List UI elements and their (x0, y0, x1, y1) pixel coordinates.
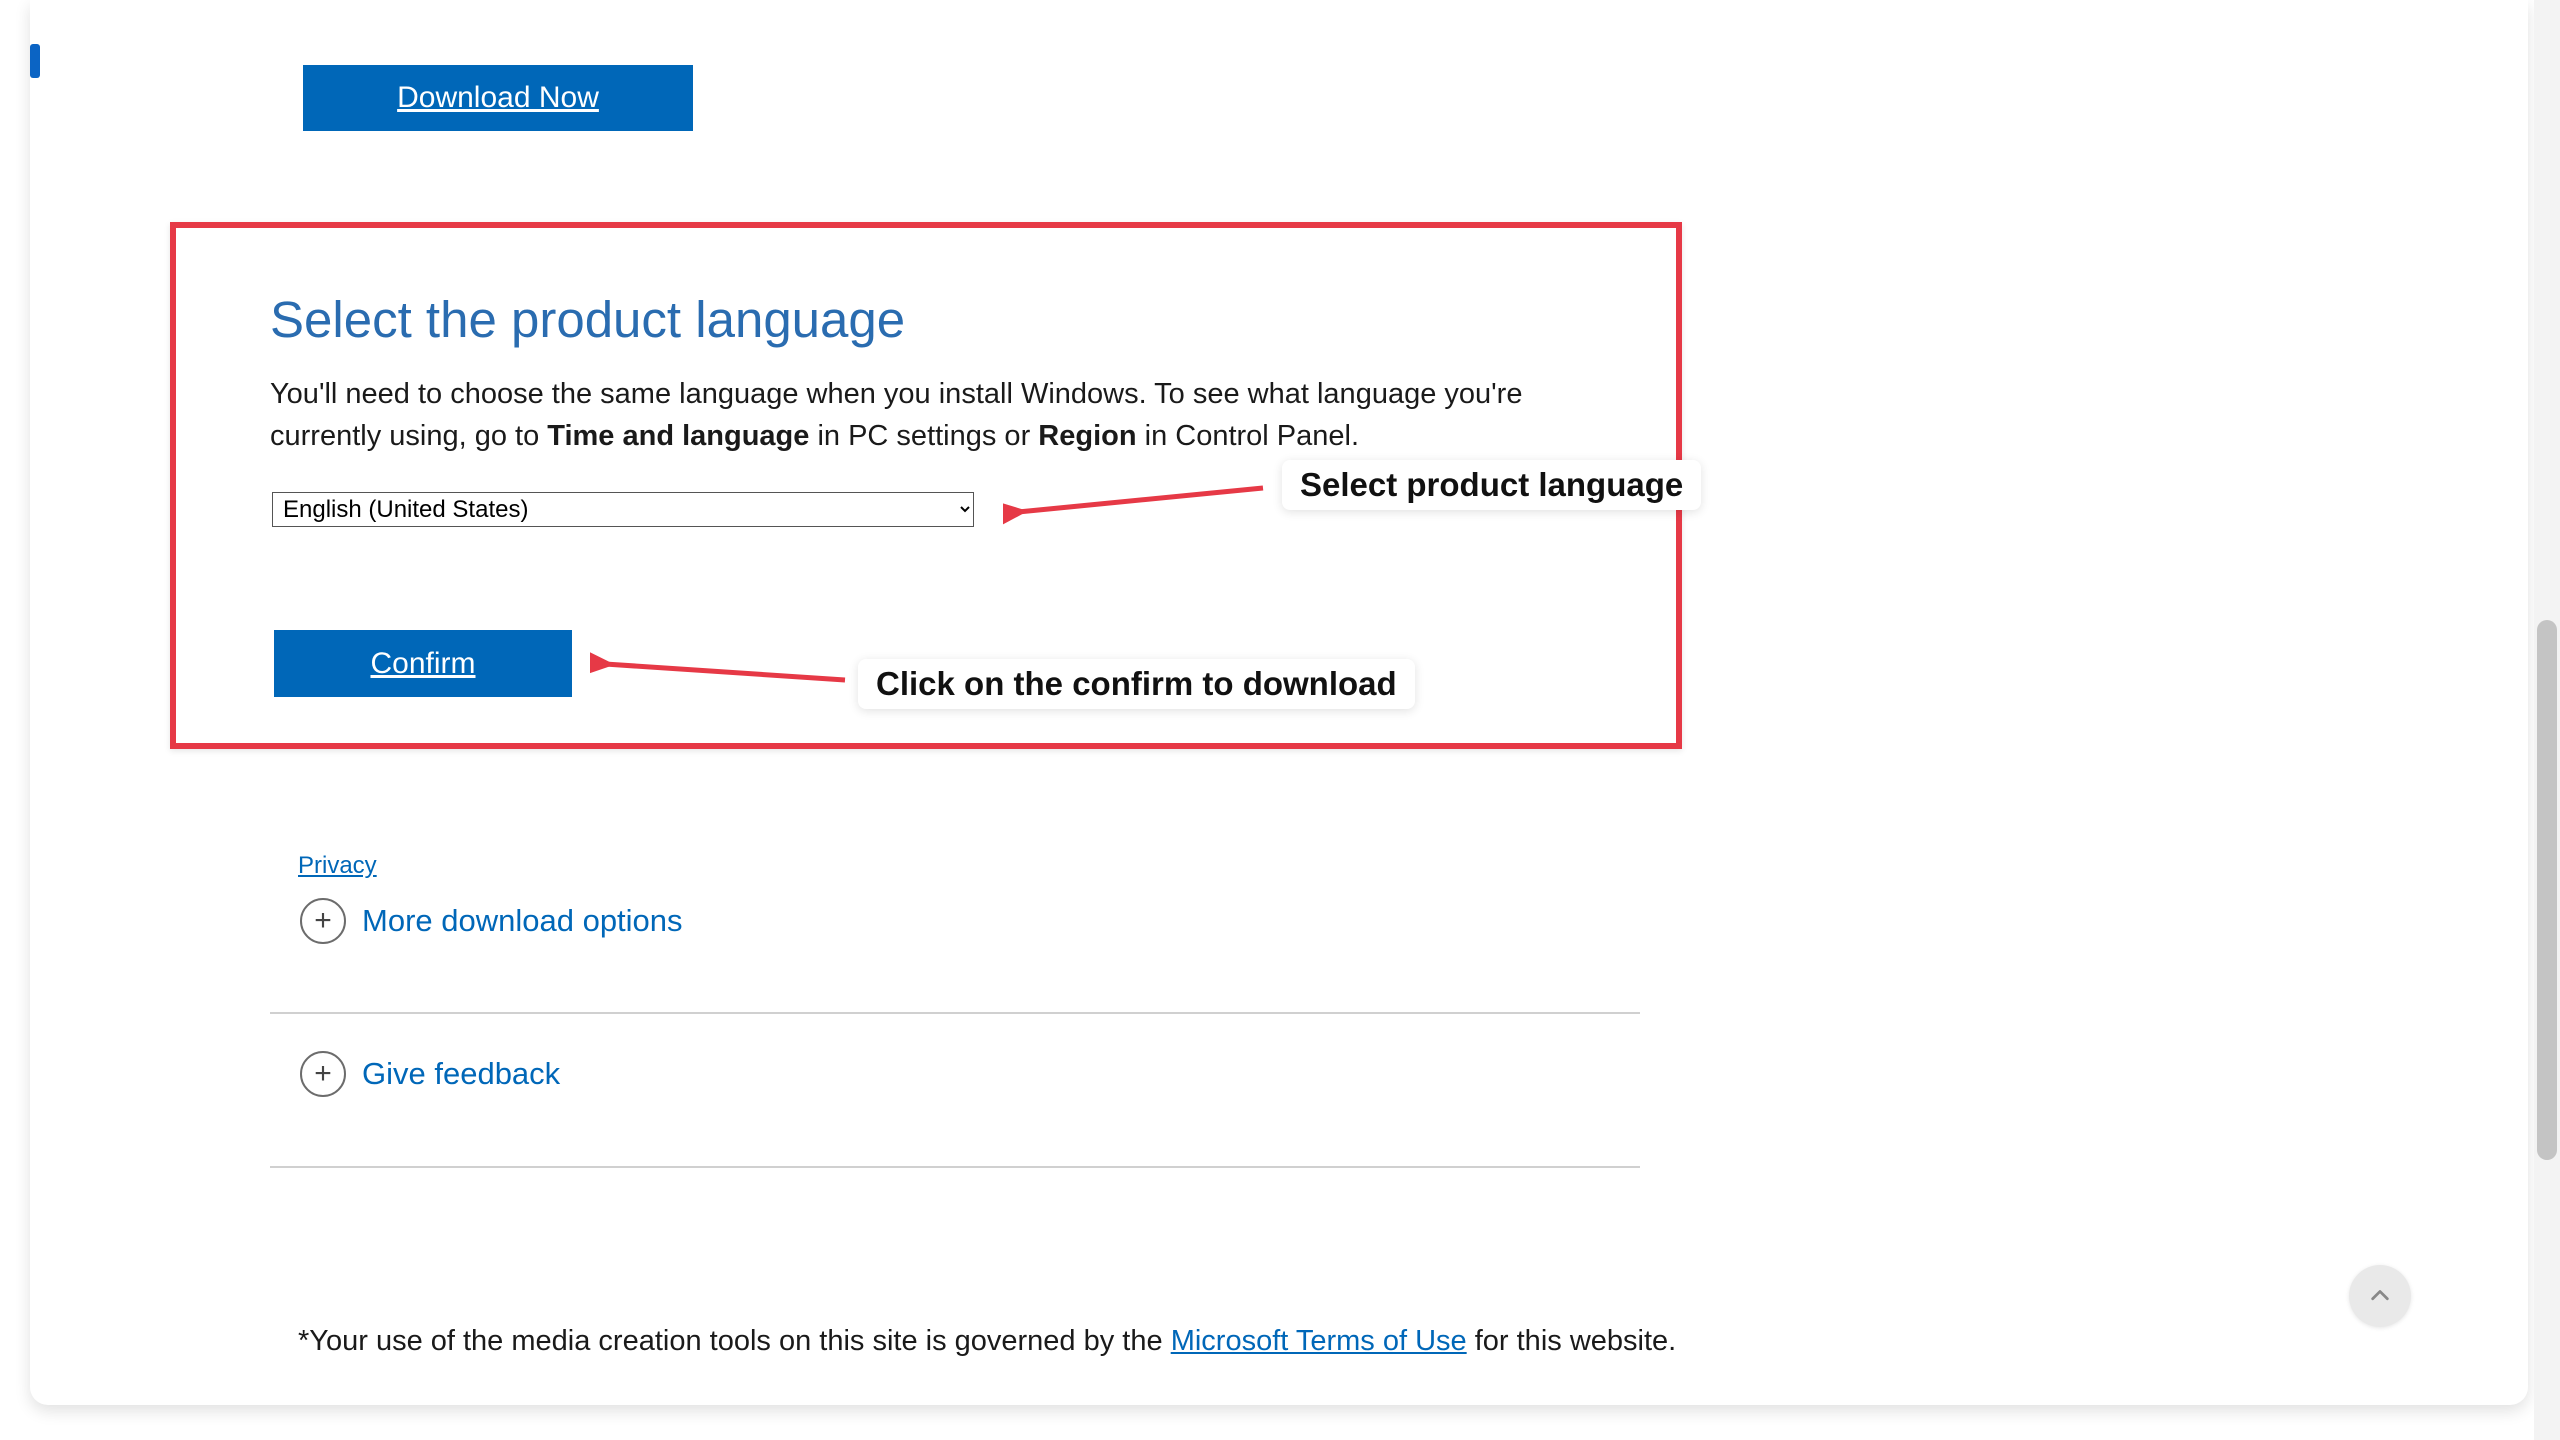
more-download-options-label: More download options (362, 903, 683, 939)
arrow-to-select-icon (1003, 480, 1283, 530)
divider (270, 1166, 1640, 1168)
download-now-button[interactable]: Download Now (303, 65, 693, 131)
callout-click-confirm: Click on the confirm to download (858, 659, 1415, 709)
instruction-mid: in PC settings or (809, 420, 1038, 452)
section-heading-select-language: Select the product language (270, 290, 905, 349)
divider (270, 1012, 1640, 1014)
footnote-prefix: *Your use of the media creation tools on… (298, 1325, 1171, 1357)
region-bold: Region (1038, 420, 1136, 452)
plus-icon: + (300, 1051, 346, 1097)
more-download-options-row[interactable]: + More download options (300, 898, 683, 944)
callout-select-language: Select product language (1282, 460, 1701, 510)
plus-icon: + (300, 898, 346, 944)
language-instruction-text: You'll need to choose the same language … (270, 373, 1610, 457)
microsoft-terms-link[interactable]: Microsoft Terms of Use (1171, 1325, 1467, 1357)
privacy-link[interactable]: Privacy (298, 852, 377, 880)
focus-indicator-bar (30, 44, 40, 78)
give-feedback-label: Give feedback (362, 1056, 560, 1092)
confirm-button[interactable]: Confirm (274, 630, 572, 697)
instruction-suffix: in Control Panel. (1137, 420, 1359, 452)
footnote-suffix: for this website. (1467, 1325, 1677, 1357)
give-feedback-row[interactable]: + Give feedback (300, 1051, 560, 1097)
confirm-label: Confirm (370, 647, 475, 680)
chevron-up-icon (2369, 1285, 2391, 1307)
time-and-language-bold: Time and language (547, 420, 809, 452)
scrollbar-track[interactable] (2534, 0, 2560, 1440)
download-now-label: Download Now (397, 81, 599, 115)
scrollbar-thumb[interactable] (2537, 620, 2557, 1160)
page-card: Download Now Select the product language… (30, 0, 2528, 1405)
scroll-to-top-button[interactable] (2349, 1265, 2411, 1327)
product-language-select[interactable]: English (United States) (272, 492, 974, 527)
terms-footnote: *Your use of the media creation tools on… (298, 1325, 1676, 1358)
arrow-to-confirm-icon (590, 648, 865, 693)
